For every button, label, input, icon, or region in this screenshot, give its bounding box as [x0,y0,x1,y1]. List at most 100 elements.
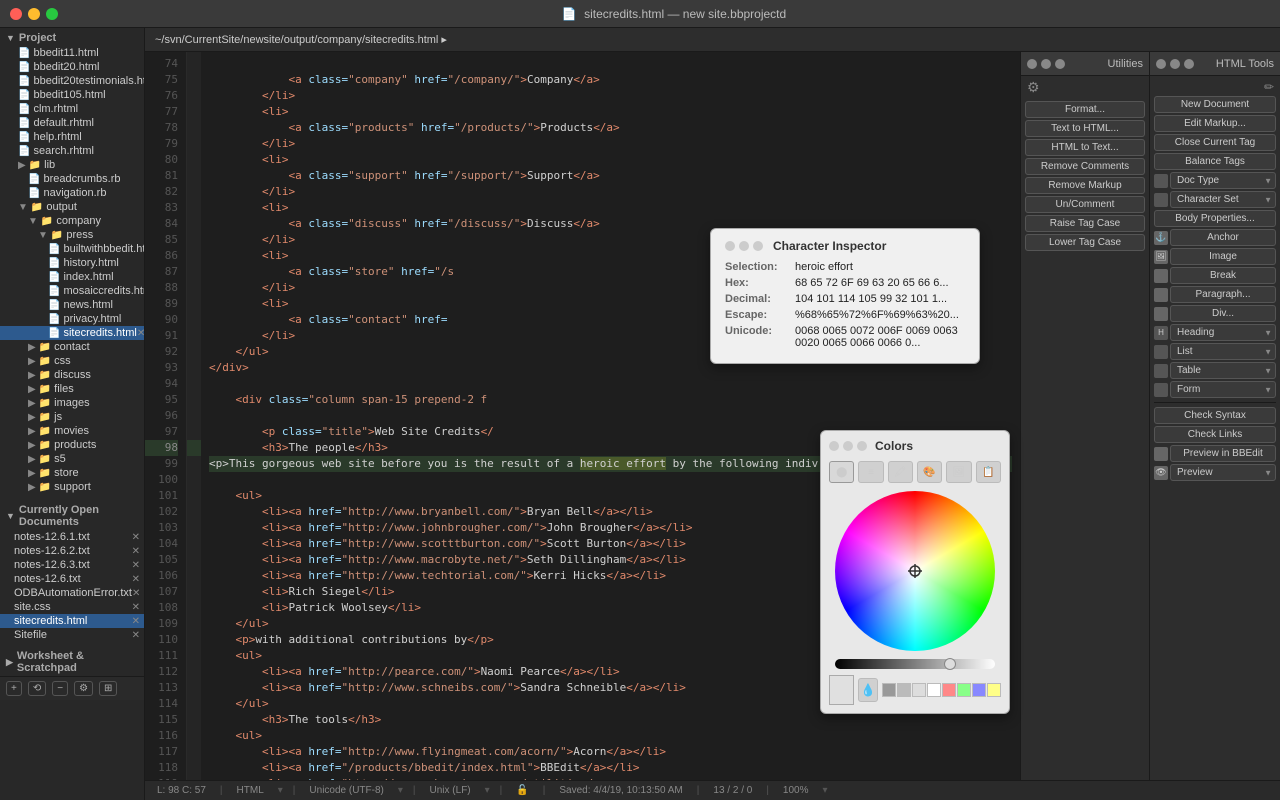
list-select[interactable]: List [1170,343,1276,360]
table-select[interactable]: Table [1170,362,1276,379]
maximize-button[interactable] [46,8,58,20]
tree-item[interactable]: 📄news.html [0,298,144,312]
open-docs-header[interactable]: ▼ Currently Open Documents [0,500,144,530]
heading-select[interactable]: Heading [1170,324,1276,341]
encoding[interactable]: Unicode (UTF-8) [305,785,387,796]
list-item[interactable]: notes-12.6.txt ✕ [0,572,144,586]
tree-item[interactable]: 📄 sitecredits.html ✕ [0,326,144,340]
balance-tags-btn[interactable]: Balance Tags [1154,153,1276,170]
gear-icon[interactable]: ⚙ [1027,79,1040,96]
search-btn[interactable]: − [52,681,68,696]
list-item[interactable]: site.css ✕ [0,600,144,614]
form-select[interactable]: Form [1170,381,1276,398]
color-sliders-btn[interactable]: ≡ [858,461,883,483]
close-doc-btn[interactable]: ✕ [132,546,140,557]
color-custom-btn[interactable]: 📋 [976,461,1001,483]
close-doc-btn[interactable]: ✕ [132,616,140,627]
tree-item[interactable]: 📄help.rhtml [0,130,144,144]
minimize-button[interactable] [28,8,40,20]
raise-tag-btn[interactable]: Raise Tag Case [1025,215,1145,232]
color-crayon-btn[interactable]: 🖍 [888,461,913,483]
color-wheel-mode-btn[interactable]: ⬤ [829,461,854,483]
list-item[interactable]: sitecredits.html ✕ [0,614,144,628]
tree-item[interactable]: 📄bbedit20testimonials.html [0,74,144,88]
syntax-mode[interactable]: HTML [233,785,268,796]
tree-item[interactable]: 📄history.html [0,256,144,270]
tree-item[interactable]: 📄navigation.rb [0,186,144,200]
history-btn[interactable]: ⟲ [28,681,46,696]
paragraph-btn[interactable]: Paragraph... [1170,286,1276,303]
tree-item[interactable]: ▶📁discuss [0,368,144,382]
tree-item[interactable]: 📄bbedit11.html [0,46,144,60]
preview-bbedit-btn[interactable]: Preview in BBEdit [1170,445,1276,462]
char-set-select[interactable]: Character Set [1170,191,1276,208]
worksheet-header[interactable]: ▶ Worksheet & Scratchpad [0,646,144,676]
close-doc-btn[interactable]: ✕ [132,602,140,613]
check-syntax-btn[interactable]: Check Syntax [1154,407,1276,424]
tree-item[interactable]: ▶📁products [0,438,144,452]
line-endings[interactable]: Unix (LF) [426,785,475,796]
tree-item[interactable]: ▶📁contact [0,340,144,354]
tree-item[interactable]: ▶📁s5 [0,452,144,466]
tree-item[interactable]: ▶📁lib [0,158,144,172]
tree-item[interactable]: ▶📁movies [0,424,144,438]
tree-item[interactable]: 📄bbedit105.html [0,88,144,102]
tree-item[interactable]: ▶📁js [0,410,144,424]
list-item[interactable]: ODBAutomationError.txt ✕ [0,586,144,600]
tree-item[interactable]: 📄mosaiccredits.html [0,284,144,298]
color-cell[interactable] [972,683,986,697]
break-btn[interactable]: Break [1170,267,1276,284]
close-doc-btn[interactable]: ✕ [132,630,140,641]
tree-item[interactable]: ▼📁company [0,214,144,228]
new-document-btn[interactable]: New Document [1154,96,1276,113]
zoom[interactable]: 100% [779,785,813,796]
anchor-btn[interactable]: Anchor [1170,229,1276,246]
list-item[interactable]: notes-12.6.3.txt ✕ [0,558,144,572]
close-button[interactable] [10,8,22,20]
remove-comments-btn[interactable]: Remove Comments [1025,158,1145,175]
tree-item[interactable]: 📄bbedit20.html [0,60,144,74]
tree-item[interactable]: ▶📁files [0,382,144,396]
format-btn[interactable]: Format... [1025,101,1145,118]
lower-tag-btn[interactable]: Lower Tag Case [1025,234,1145,251]
tree-item[interactable]: 📄privacy.html [0,312,144,326]
tree-item[interactable]: 📄builtwithbbedit.html [0,242,144,256]
tree-item[interactable]: ▶📁images [0,396,144,410]
uncomment-btn[interactable]: Un/Comment [1025,196,1145,213]
color-cell[interactable] [882,683,896,697]
pencil-icon[interactable]: ✏ [1264,80,1274,94]
tree-item[interactable]: 📄index.html [0,270,144,284]
check-links-btn[interactable]: Check Links [1154,426,1276,443]
color-cell[interactable] [912,683,926,697]
tree-item[interactable]: 📄default.rhtml [0,116,144,130]
lock-icon[interactable]: 🔓 [512,785,532,796]
html-to-text-btn[interactable]: HTML to Text... [1025,139,1145,156]
tree-item[interactable]: ▶📁store [0,466,144,480]
close-current-tag-btn[interactable]: Close Current Tag [1154,134,1276,151]
project-section-header[interactable]: ▼ Project [0,28,144,46]
color-wheel-container[interactable] [835,491,995,651]
filter-btn[interactable]: ⚙ [74,681,93,696]
close-doc-btn[interactable]: ✕ [132,560,140,571]
eyedropper-btn[interactable]: 💧 [858,678,878,702]
image-btn[interactable]: Image [1170,248,1276,265]
close-file-btn[interactable]: ✕ [137,328,145,339]
tree-item[interactable]: ▶📁support [0,480,144,494]
brightness-thumb[interactable] [944,658,956,670]
color-cell[interactable] [987,683,1001,697]
list-item[interactable]: notes-12.6.1.txt ✕ [0,530,144,544]
color-palette-btn[interactable]: 🎨 [917,461,942,483]
tree-item[interactable]: 📄search.rhtml [0,144,144,158]
tree-item[interactable]: ▼📁output [0,200,144,214]
close-doc-btn[interactable]: ✕ [132,588,140,599]
color-cell[interactable] [957,683,971,697]
remove-markup-btn[interactable]: Remove Markup [1025,177,1145,194]
preview-select[interactable]: Preview [1170,464,1276,481]
list-item[interactable]: Sitefile ✕ [0,628,144,642]
color-cell[interactable] [942,683,956,697]
tree-item[interactable]: 📄breadcrumbs.rb [0,172,144,186]
tree-item[interactable]: ▶📁css [0,354,144,368]
color-image-btn[interactable]: 🖼 [946,461,971,483]
div-btn[interactable]: Div... [1170,305,1276,322]
close-doc-btn[interactable]: ✕ [132,574,140,585]
